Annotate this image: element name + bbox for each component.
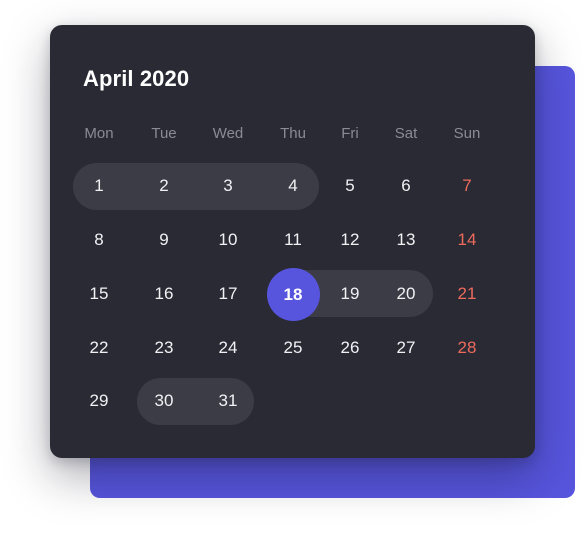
day-8[interactable]: 8 <box>74 220 124 260</box>
day-21[interactable]: 21 <box>442 274 492 314</box>
day-30[interactable]: 30 <box>139 381 189 421</box>
month-title: April 2020 <box>83 66 190 91</box>
day-29[interactable]: 29 <box>74 381 124 421</box>
day-28[interactable]: 28 <box>442 328 492 368</box>
weekday-mon: Mon <box>84 125 114 142</box>
day-2[interactable]: 2 <box>139 166 189 206</box>
day-10[interactable]: 10 <box>203 220 253 260</box>
date-picker-widget: April 2020 Mon Tue Wed Thu Fri Sat Sun 1… <box>0 0 585 533</box>
day-20[interactable]: 20 <box>381 274 431 314</box>
weekday-fri: Fri <box>341 125 359 142</box>
day-11[interactable]: 11 <box>268 220 318 260</box>
day-6[interactable]: 6 <box>381 166 431 206</box>
day-3[interactable]: 3 <box>203 166 253 206</box>
day-4[interactable]: 4 <box>268 166 318 206</box>
day-18-selected[interactable]: 18 <box>266 267 320 321</box>
day-1[interactable]: 1 <box>74 166 124 206</box>
weekday-thu: Thu <box>280 125 306 142</box>
day-7[interactable]: 7 <box>442 166 492 206</box>
day-16[interactable]: 16 <box>139 274 189 314</box>
day-12[interactable]: 12 <box>325 220 375 260</box>
day-22[interactable]: 22 <box>74 328 124 368</box>
weekday-wed: Wed <box>212 125 244 142</box>
calendar-panel: April 2020 Mon Tue Wed Thu Fri Sat Sun 1… <box>50 25 535 458</box>
day-13[interactable]: 13 <box>381 220 431 260</box>
day-9[interactable]: 9 <box>139 220 189 260</box>
day-26[interactable]: 26 <box>325 328 375 368</box>
day-14[interactable]: 14 <box>442 220 492 260</box>
weekday-sat: Sat <box>394 125 418 142</box>
weekday-tue: Tue <box>151 125 177 142</box>
day-17[interactable]: 17 <box>203 274 253 314</box>
weekday-sun: Sun <box>453 125 481 142</box>
day-23[interactable]: 23 <box>139 328 189 368</box>
day-19[interactable]: 19 <box>325 274 375 314</box>
day-24[interactable]: 24 <box>203 328 253 368</box>
day-25[interactable]: 25 <box>268 328 318 368</box>
day-15[interactable]: 15 <box>74 274 124 314</box>
day-27[interactable]: 27 <box>381 328 431 368</box>
day-31[interactable]: 31 <box>203 381 253 421</box>
day-5[interactable]: 5 <box>325 166 375 206</box>
